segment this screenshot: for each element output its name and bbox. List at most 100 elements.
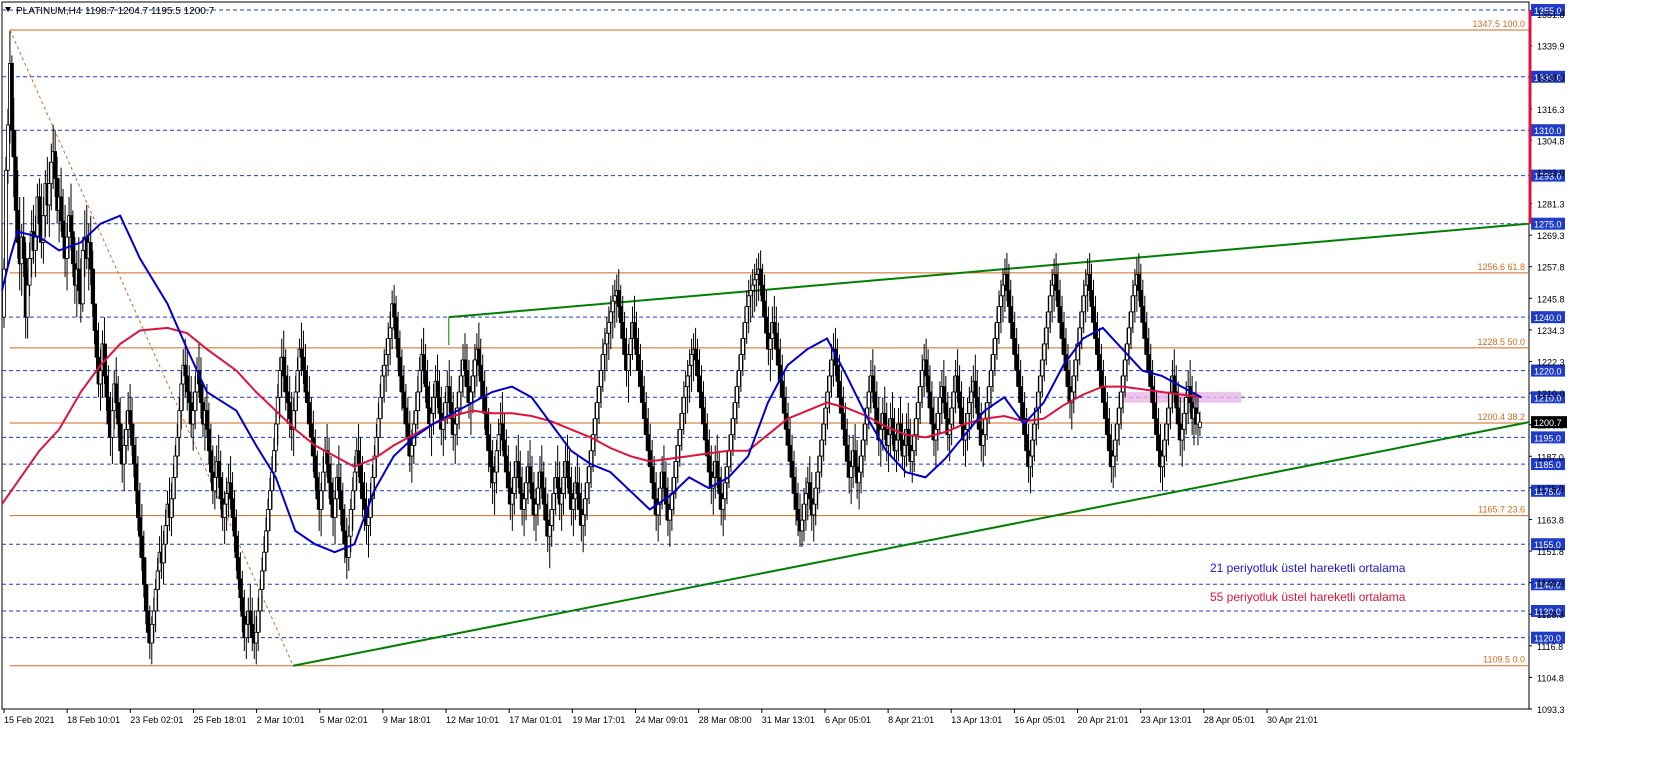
candle-body — [746, 295, 751, 307]
candle-body — [329, 482, 333, 505]
candle-body — [504, 455, 509, 473]
candle-body — [863, 423, 867, 441]
candle-body — [80, 249, 85, 305]
candle-body — [486, 434, 491, 452]
price-tick-label: 1128.3 — [1537, 610, 1564, 620]
candle-body — [398, 356, 402, 377]
candle-body — [957, 391, 962, 409]
candle-body — [191, 410, 196, 425]
candle-body — [37, 196, 42, 225]
candle-body — [735, 386, 739, 404]
candle-body — [1115, 423, 1120, 441]
candle-body — [459, 375, 463, 393]
candle-body — [333, 498, 337, 518]
candle-body — [549, 509, 554, 526]
candle-body — [920, 370, 925, 388]
candle-body — [575, 482, 580, 494]
candle-body — [902, 444, 907, 457]
candle-body — [737, 370, 741, 388]
candle-body — [463, 359, 467, 371]
candle-body — [362, 498, 367, 510]
candle-body — [1030, 439, 1035, 457]
time-tick-label: 23 Feb 02:01 — [130, 715, 183, 725]
candle-body — [301, 356, 306, 371]
candle-body — [155, 570, 160, 591]
price-chart[interactable]: 1347.5 100.0 1256.6 61.8 1228.5 50.0 1200.4… — [0, 0, 1665, 775]
candle-body — [1184, 396, 1189, 414]
candle-body — [652, 482, 657, 500]
candle-body — [47, 183, 52, 206]
candle-body — [1166, 407, 1171, 425]
candle-body — [240, 597, 245, 617]
candle-body — [1020, 402, 1025, 420]
fib-level-label: 1200.4 38.2 — [1477, 412, 1525, 422]
time-tick-label: 28 Apr 05:01 — [1204, 715, 1255, 725]
candle-body — [403, 407, 408, 425]
candle-body — [488, 450, 493, 468]
candle-body — [870, 375, 875, 393]
candle-body — [61, 220, 65, 238]
fib-level-label: 1228.5 50.0 — [1477, 337, 1525, 347]
candle-body — [965, 412, 970, 430]
candle-body — [94, 330, 99, 358]
price-tick-label: 1281.3 — [1537, 200, 1565, 210]
candle-body — [1054, 274, 1058, 291]
candle-body — [1083, 284, 1088, 297]
candle-body — [303, 370, 308, 393]
price-tick-label: 1222.3 — [1537, 358, 1565, 368]
candle-body — [1111, 455, 1116, 468]
candle-body — [551, 493, 556, 510]
candle-body — [496, 434, 501, 452]
candle-body — [837, 380, 842, 398]
time-tick-label: 16 Apr 05:01 — [1014, 715, 1065, 725]
ohlc-readout: 1198.7 1204.7 1195.5 1200.7 — [85, 6, 215, 17]
candle-body — [790, 461, 794, 478]
candle-body — [151, 610, 156, 625]
candle-body — [750, 284, 755, 291]
candle-body — [13, 156, 18, 211]
candle-body — [857, 471, 862, 484]
candle-body — [1060, 322, 1064, 339]
candle-body — [1136, 274, 1141, 291]
candle-body — [707, 455, 712, 473]
candle-body — [916, 402, 921, 420]
candle-body — [216, 461, 221, 478]
candle-body — [1142, 322, 1147, 339]
candle-body — [646, 434, 651, 452]
candle-body — [321, 471, 326, 492]
candle-body — [725, 466, 729, 484]
price-tick-label: 1245.8 — [1537, 294, 1565, 304]
candle-body — [794, 493, 798, 510]
candle-body — [760, 284, 765, 302]
candle-body — [394, 316, 399, 339]
candle-body — [606, 322, 611, 334]
candle-body — [342, 530, 347, 545]
candle-body — [1032, 423, 1037, 441]
candle-body — [1198, 421, 1202, 428]
candle-body — [319, 490, 324, 510]
candle-body — [163, 525, 168, 545]
candle-body — [886, 434, 891, 446]
candle-body — [283, 375, 288, 393]
price-tick-label: 1234.3 — [1537, 326, 1565, 336]
candle-body — [311, 436, 316, 457]
candle-body — [823, 407, 828, 425]
candle-body — [949, 407, 954, 425]
price-tick-label: 1140.0 — [1537, 579, 1564, 589]
candle-body — [547, 525, 552, 537]
candle-body — [207, 428, 211, 452]
candle-body — [478, 364, 483, 382]
candle-body — [106, 396, 111, 425]
candle-body — [528, 466, 532, 484]
candle-body — [400, 375, 404, 393]
candle-body — [173, 455, 178, 478]
candle-body — [473, 359, 477, 377]
candle-body — [776, 348, 781, 366]
candle-body — [780, 380, 785, 398]
candle-body — [212, 477, 217, 492]
candle-body — [644, 418, 649, 436]
candle-body — [788, 444, 792, 462]
candle-body — [70, 231, 75, 265]
resistance-zone — [1123, 391, 1242, 403]
candle-body — [1089, 290, 1094, 307]
